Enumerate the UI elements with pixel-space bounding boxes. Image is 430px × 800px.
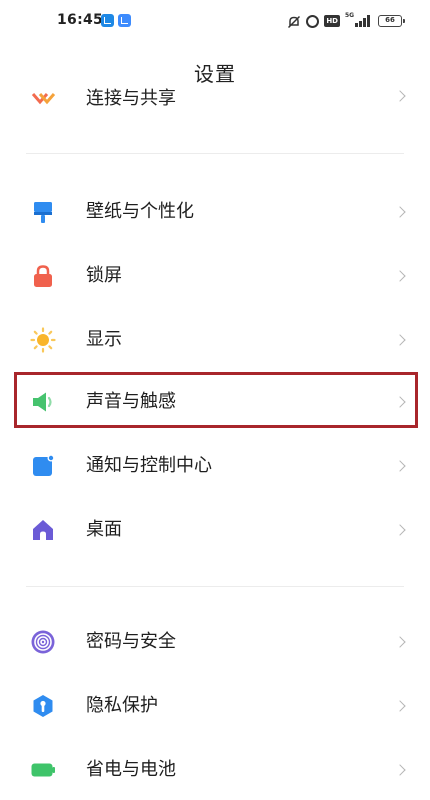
lock-icon xyxy=(30,263,56,289)
settings-item-label: 桌面 xyxy=(86,519,122,540)
settings-item-connection[interactable]: 连接与共享 xyxy=(0,88,430,112)
chevron-right-icon xyxy=(394,270,406,282)
chevron-right-icon xyxy=(394,90,406,102)
chevron-right-icon xyxy=(394,206,406,218)
fingerprint-icon xyxy=(30,629,56,655)
brush-icon xyxy=(30,199,56,225)
network-type: 5G xyxy=(345,12,355,19)
mute-icon xyxy=(287,14,301,29)
settings-item-lockscreen[interactable]: 锁屏 xyxy=(0,248,430,304)
settings-item-label: 通知与控制中心 xyxy=(86,455,212,476)
section-divider xyxy=(26,586,404,587)
settings-item-privacy[interactable]: 隐私保护 xyxy=(0,678,430,734)
app-notification-icon xyxy=(118,14,131,27)
status-time: 16:45 xyxy=(57,12,104,28)
settings-item-label: 连接与共享 xyxy=(86,88,176,109)
page-title: 设置 xyxy=(194,62,236,86)
settings-item-label: 密码与安全 xyxy=(86,631,176,652)
connection-icon xyxy=(30,88,56,106)
section-divider xyxy=(26,153,404,154)
alarm-icon xyxy=(306,14,320,28)
settings-item-label: 锁屏 xyxy=(86,265,122,286)
settings-item-display[interactable]: 显示 xyxy=(0,312,430,368)
settings-item-security[interactable]: 密码与安全 xyxy=(0,614,430,670)
settings-item-label: 隐私保护 xyxy=(86,695,158,716)
chevron-right-icon xyxy=(394,700,406,712)
battery-indicator: 66 xyxy=(378,15,405,27)
chevron-right-icon xyxy=(394,764,406,776)
settings-item-notifications[interactable]: 通知与控制中心 xyxy=(0,438,430,494)
chevron-right-icon xyxy=(394,636,406,648)
sun-icon xyxy=(30,327,56,353)
shield-icon xyxy=(30,693,56,719)
settings-item-home[interactable]: 桌面 xyxy=(0,502,430,558)
highlight-box xyxy=(14,372,418,428)
settings-item-label: 省电与电池 xyxy=(86,759,176,780)
chevron-right-icon xyxy=(394,460,406,472)
battery-level: 66 xyxy=(385,16,395,24)
settings-item-wallpaper[interactable]: 壁纸与个性化 xyxy=(0,184,430,240)
chevron-right-icon xyxy=(394,334,406,346)
settings-item-label: 显示 xyxy=(86,329,122,350)
signal-icon: 5G xyxy=(345,12,373,28)
home-icon xyxy=(30,517,56,543)
hd-icon: HD xyxy=(324,15,340,27)
chevron-right-icon xyxy=(394,524,406,536)
app-notification-icon xyxy=(101,14,114,27)
settings-item-label: 壁纸与个性化 xyxy=(86,201,194,222)
status-icons: HD 5G 66 xyxy=(287,12,405,29)
battery-icon xyxy=(30,757,56,783)
status-bar: 16:45 HD 5G 66 xyxy=(0,0,430,44)
notification-icon xyxy=(30,453,56,479)
settings-item-battery[interactable]: 省电与电池 xyxy=(0,742,430,798)
